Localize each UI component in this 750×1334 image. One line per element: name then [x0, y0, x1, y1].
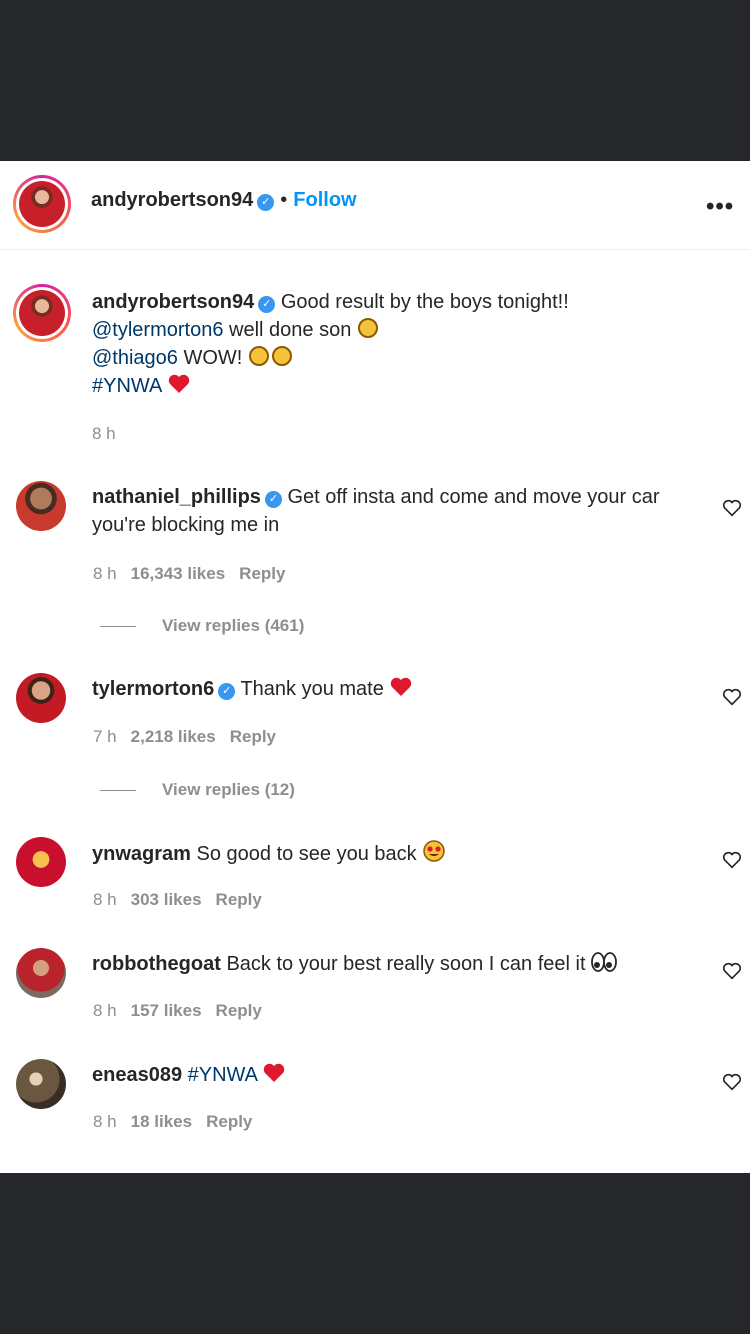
caption-avatar[interactable]: [13, 284, 71, 342]
heart-icon[interactable]: [721, 686, 743, 708]
comment-username[interactable]: robbothegoat: [92, 953, 221, 975]
comment-meta: 8 h 303 likes Reply: [93, 890, 276, 910]
caption-time: 8 h: [92, 424, 116, 443]
comment-meta: 8 h 157 likes Reply: [93, 1001, 276, 1021]
comment-likes[interactable]: 303 likes: [131, 890, 202, 909]
comment-line: robbothegoat Back to your best really so…: [92, 950, 617, 981]
comment-line: tylermorton6 ✓ Thank you mate: [92, 675, 413, 706]
comment-username[interactable]: tylermorton6: [92, 678, 214, 700]
comment-time: 8 h: [93, 564, 117, 583]
mention-link[interactable]: @tylermorton6: [92, 319, 223, 341]
comment-line: ynwagram So good to see you back: [92, 839, 446, 871]
comment-likes[interactable]: 16,343 likes: [131, 564, 226, 583]
view-replies-label: View replies (12): [162, 780, 295, 799]
comment-time: 7 h: [93, 727, 117, 746]
comment-meta: 8 h 16,343 likes Reply: [93, 564, 299, 584]
caption-text: Good result by the boys tonight!!: [280, 291, 569, 313]
verified-badge-icon: ✓: [218, 683, 236, 700]
view-replies-button[interactable]: View replies (461): [100, 616, 304, 636]
comment-line: you're blocking me in: [92, 514, 280, 536]
comment-username[interactable]: ynwagram: [92, 843, 191, 865]
comment-meta: 7 h 2,218 likes Reply: [93, 727, 290, 747]
more-options-icon[interactable]: •••: [706, 193, 734, 221]
comment-text: Thank you mate: [240, 678, 384, 700]
divider-line: [100, 790, 136, 792]
reply-button[interactable]: Reply: [216, 890, 262, 909]
caption-line-4: #YNWA: [92, 372, 191, 403]
header-user-line: andyrobertson94 ✓ • Follow: [91, 189, 357, 212]
comment-time: 8 h: [93, 1001, 117, 1020]
comment-time: 8 h: [93, 890, 117, 909]
comment-text: Get off insta and come and move your car: [287, 486, 660, 508]
view-replies-label: View replies (461): [162, 616, 305, 635]
top-dark-bar: [0, 0, 750, 161]
heart-icon[interactable]: [721, 960, 743, 982]
caption-username[interactable]: andyrobertson94: [92, 291, 254, 313]
comment-meta: 8 h 18 likes Reply: [93, 1112, 266, 1132]
clap-icon: [357, 317, 379, 347]
comment-likes[interactable]: 2,218 likes: [131, 727, 216, 746]
commenter-avatar[interactable]: [16, 481, 66, 531]
reply-button[interactable]: Reply: [206, 1112, 252, 1131]
commenter-avatar[interactable]: [16, 673, 66, 723]
comment-username[interactable]: nathaniel_phillips: [92, 486, 261, 508]
comment-line: eneas089 #YNWA: [92, 1061, 286, 1092]
comment-text: So good to see you back: [196, 843, 417, 865]
caption-line-2: @tylermorton6 well done son: [92, 316, 379, 347]
heart-icon[interactable]: [721, 849, 743, 871]
comment-text: Back to your best really soon I can feel…: [226, 953, 586, 975]
reply-button[interactable]: Reply: [239, 564, 285, 583]
author-avatar[interactable]: [13, 175, 71, 233]
divider-line: [100, 626, 136, 628]
caption-line-1: andyrobertson94 ✓ Good result by the boys…: [92, 288, 569, 316]
header-username[interactable]: andyrobertson94: [91, 189, 253, 211]
comment-username[interactable]: eneas089: [92, 1064, 182, 1086]
reply-button[interactable]: Reply: [216, 1001, 262, 1020]
heart-icon[interactable]: [721, 1071, 743, 1093]
red-heart-icon: [167, 373, 191, 403]
post-comments-panel: andyrobertson94 ✓ • Follow ••• andyrobertso…: [0, 161, 750, 1173]
red-heart-icon: [389, 676, 413, 706]
commenter-avatar[interactable]: [16, 837, 66, 887]
bottom-dark-bar: [0, 1173, 750, 1334]
commenter-avatar[interactable]: [16, 1059, 66, 1109]
red-heart-icon: [262, 1062, 286, 1092]
follow-button[interactable]: Follow: [293, 189, 356, 211]
comment-time: 8 h: [93, 1112, 117, 1131]
comment-likes[interactable]: 157 likes: [131, 1001, 202, 1020]
post-header: andyrobertson94 ✓ • Follow •••: [0, 161, 750, 250]
clap-icon: [248, 345, 294, 375]
caption-line-3: @thiago6 WOW!: [92, 344, 294, 375]
separator-dot: •: [280, 189, 288, 211]
commenter-avatar[interactable]: [16, 948, 66, 998]
caption-text: WOW!: [183, 347, 243, 369]
comment-line: nathaniel_phillips ✓ Get off insta and co…: [92, 483, 660, 511]
heart-icon[interactable]: [721, 497, 743, 519]
mention-link[interactable]: @thiago6: [92, 347, 178, 369]
caption-text: well done son: [229, 319, 352, 341]
reply-button[interactable]: Reply: [230, 727, 276, 746]
verified-badge-icon: ✓: [264, 491, 282, 508]
eyes-icon: [591, 951, 617, 981]
verified-badge-icon: ✓: [257, 194, 275, 211]
view-replies-button[interactable]: View replies (12): [100, 780, 295, 800]
hashtag-link[interactable]: #YNWA: [92, 375, 161, 397]
verified-badge-icon: ✓: [258, 296, 276, 313]
hashtag-link[interactable]: #YNWA: [188, 1064, 257, 1086]
star-eyes-icon: [422, 839, 446, 871]
comment-likes[interactable]: 18 likes: [131, 1112, 192, 1131]
